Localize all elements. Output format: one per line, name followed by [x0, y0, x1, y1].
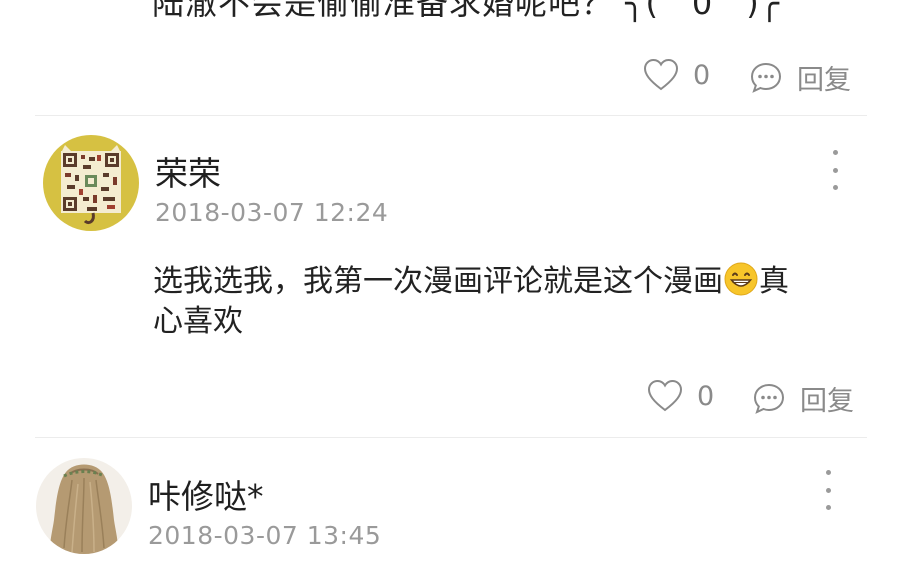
grinning-face-emoji-icon: [724, 262, 758, 296]
comment-bubble-icon: [753, 383, 785, 414]
qr-code-avatar-image: [61, 145, 121, 225]
comment-text-line1-end: 真: [759, 264, 789, 299]
reply-button[interactable]: 回复: [752, 379, 854, 418]
username[interactable]: 荣荣: [155, 147, 221, 195]
reply-label: 回复: [797, 65, 851, 96]
reply-label: 回复: [800, 386, 854, 417]
timestamp: 2018-03-07 12:24: [155, 198, 389, 227]
timestamp: 2018-03-07 13:45: [148, 521, 382, 550]
divider: [35, 437, 867, 438]
long-hair-avatar-image: [50, 464, 118, 554]
comment-text: 陆澈不会是偷偷准备求婚呢吧？ ╮(￣0￣)╭: [152, 0, 781, 22]
avatar[interactable]: [43, 135, 139, 231]
like-button[interactable]: 0: [647, 379, 714, 413]
like-count: 0: [693, 59, 711, 91]
like-count: 0: [697, 380, 715, 412]
comment-text-line1: 选我选我，我第一次漫画评论就是这个漫画: [153, 264, 723, 299]
divider: [35, 115, 867, 116]
more-options-icon[interactable]: [825, 150, 845, 190]
heart-icon: [647, 379, 683, 412]
like-button[interactable]: 0: [643, 58, 710, 92]
reply-button[interactable]: 回复: [749, 58, 851, 97]
avatar[interactable]: [36, 458, 132, 554]
comment-bubble-icon: [750, 62, 782, 93]
heart-icon: [643, 58, 679, 91]
comment-text-line2: 心喜欢: [153, 304, 243, 339]
comment-text: 选我选我，我第一次漫画评论就是这个漫画 真 心喜欢: [153, 262, 789, 342]
username[interactable]: 咔修哒*: [148, 470, 264, 518]
more-options-icon[interactable]: [818, 470, 838, 510]
